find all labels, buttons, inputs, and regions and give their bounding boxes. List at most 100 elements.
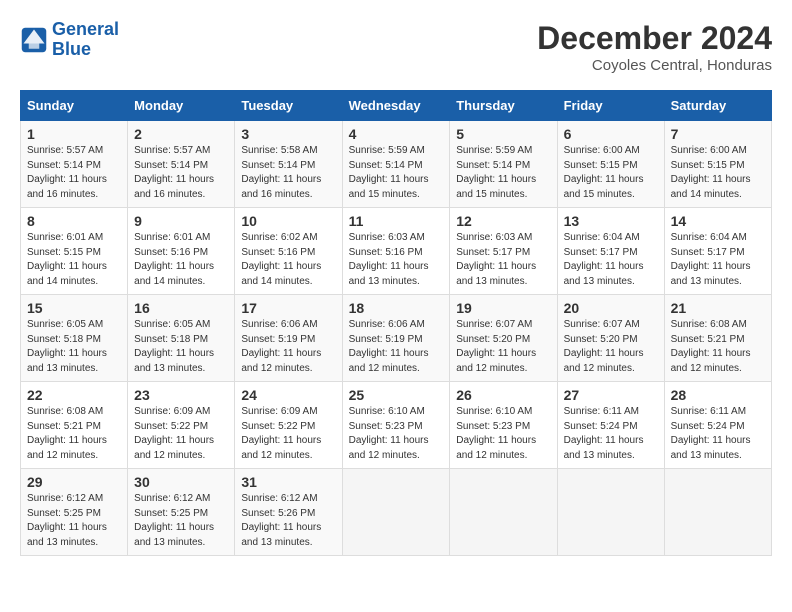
calendar-cell: 9 Sunrise: 6:01 AMSunset: 5:16 PMDaylight… (128, 208, 235, 295)
day-number: 25 (349, 387, 444, 403)
calendar-cell: 14Sunrise: 6:04 AMSunset: 5:17 PMDayligh… (664, 208, 771, 295)
calendar-cell: 8 Sunrise: 6:01 AMSunset: 5:15 PMDaylight… (21, 208, 128, 295)
day-number: 16 (134, 300, 228, 316)
calendar-cell: 25 Sunrise: 6:10 AMSunset: 5:23 PMDayligh… (342, 382, 450, 469)
day-number: 31 (241, 474, 335, 490)
day-number: 3 (241, 126, 335, 142)
day-info: Sunrise: 6:11 AMSunset: 5:24 PMDaylight:… (671, 405, 765, 463)
day-number: 17 (241, 300, 335, 316)
day-number: 7 (671, 126, 765, 142)
day-info: Sunrise: 6:03 AMSunset: 5:16 PMDaylight:… (349, 231, 444, 289)
calendar-cell: 7 Sunrise: 6:00 AMSunset: 5:15 PMDaylight… (664, 121, 771, 208)
day-number: 23 (134, 387, 228, 403)
day-number: 8 (27, 213, 121, 229)
calendar-week-row: 15 Sunrise: 6:05 AMSunset: 5:18 PMDayligh… (21, 295, 772, 382)
calendar-cell (664, 469, 771, 556)
calendar-cell: 31 Sunrise: 6:12 AMSunset: 5:26 PMDayligh… (235, 469, 342, 556)
calendar-cell: 29Sunrise: 6:12 AMSunset: 5:25 PMDayligh… (21, 469, 128, 556)
day-info: Sunrise: 6:09 AMSunset: 5:22 PMDaylight:… (241, 405, 335, 463)
day-info: Sunrise: 5:57 AMSunset: 5:14 PMDaylight:… (27, 144, 121, 202)
calendar-week-row: 22 Sunrise: 6:08 AMSunset: 5:21 PMDayligh… (21, 382, 772, 469)
weekday-header-friday: Friday (557, 91, 664, 121)
day-info: Sunrise: 6:02 AMSunset: 5:16 PMDaylight:… (241, 231, 335, 289)
logo-line2: Blue (52, 39, 91, 59)
calendar-cell: 1 Sunrise: 5:57 AMSunset: 5:14 PMDaylight… (21, 121, 128, 208)
calendar-cell: 17 Sunrise: 6:06 AMSunset: 5:19 PMDayligh… (235, 295, 342, 382)
calendar-cell: 24 Sunrise: 6:09 AMSunset: 5:22 PMDayligh… (235, 382, 342, 469)
calendar-cell: 6Sunrise: 6:00 AMSunset: 5:15 PMDaylight… (557, 121, 664, 208)
day-number: 24 (241, 387, 335, 403)
title-block: December 2024 Coyoles Central, Honduras (537, 20, 772, 74)
page-header: General Blue December 2024 Coyoles Centr… (20, 20, 772, 74)
calendar-cell: 19 Sunrise: 6:07 AMSunset: 5:20 PMDayligh… (450, 295, 557, 382)
calendar-cell: 15 Sunrise: 6:05 AMSunset: 5:18 PMDayligh… (21, 295, 128, 382)
logo-icon (20, 26, 48, 54)
day-number: 2 (134, 126, 228, 142)
calendar-cell: 11 Sunrise: 6:03 AMSunset: 5:16 PMDayligh… (342, 208, 450, 295)
weekday-header-thursday: Thursday (450, 91, 557, 121)
calendar-cell: 23 Sunrise: 6:09 AMSunset: 5:22 PMDayligh… (128, 382, 235, 469)
day-info: Sunrise: 6:09 AMSunset: 5:22 PMDaylight:… (134, 405, 228, 463)
day-number: 4 (349, 126, 444, 142)
day-info: Sunrise: 6:06 AMSunset: 5:19 PMDaylight:… (241, 318, 335, 376)
day-number: 15 (27, 300, 121, 316)
day-number: 9 (134, 213, 228, 229)
day-info: Sunrise: 5:59 AMSunset: 5:14 PMDaylight:… (349, 144, 444, 202)
day-info: Sunrise: 6:07 AMSunset: 5:20 PMDaylight:… (456, 318, 550, 376)
calendar-cell: 5Sunrise: 5:59 AMSunset: 5:14 PMDaylight… (450, 121, 557, 208)
day-number: 13 (564, 213, 658, 229)
day-info: Sunrise: 6:01 AMSunset: 5:16 PMDaylight:… (134, 231, 228, 289)
logo: General Blue (20, 20, 119, 60)
logo-line1: General (52, 19, 119, 39)
calendar-cell: 3 Sunrise: 5:58 AMSunset: 5:14 PMDaylight… (235, 121, 342, 208)
day-info: Sunrise: 6:10 AMSunset: 5:23 PMDaylight:… (456, 405, 550, 463)
calendar-cell: 30 Sunrise: 6:12 AMSunset: 5:25 PMDayligh… (128, 469, 235, 556)
calendar-cell: 18 Sunrise: 6:06 AMSunset: 5:19 PMDayligh… (342, 295, 450, 382)
day-number: 5 (456, 126, 550, 142)
weekday-header-monday: Monday (128, 91, 235, 121)
day-info: Sunrise: 5:58 AMSunset: 5:14 PMDaylight:… (241, 144, 335, 202)
day-info: Sunrise: 6:12 AMSunset: 5:26 PMDaylight:… (241, 492, 335, 550)
calendar-cell: 16Sunrise: 6:05 AMSunset: 5:18 PMDayligh… (128, 295, 235, 382)
day-info: Sunrise: 6:11 AMSunset: 5:24 PMDaylight:… (564, 405, 658, 463)
day-info: Sunrise: 6:04 AMSunset: 5:17 PMDaylight:… (564, 231, 658, 289)
calendar-cell: 21 Sunrise: 6:08 AMSunset: 5:21 PMDayligh… (664, 295, 771, 382)
calendar-cell (557, 469, 664, 556)
day-info: Sunrise: 6:12 AMSunset: 5:25 PMDaylight:… (27, 492, 121, 550)
day-info: Sunrise: 6:03 AMSunset: 5:17 PMDaylight:… (456, 231, 550, 289)
calendar-table: SundayMondayTuesdayWednesdayThursdayFrid… (20, 90, 772, 556)
calendar-header-row: SundayMondayTuesdayWednesdayThursdayFrid… (21, 91, 772, 121)
day-info: Sunrise: 5:57 AMSunset: 5:14 PMDaylight:… (134, 144, 228, 202)
day-info: Sunrise: 6:10 AMSunset: 5:23 PMDaylight:… (349, 405, 444, 463)
day-number: 11 (349, 213, 444, 229)
calendar-cell: 27Sunrise: 6:11 AMSunset: 5:24 PMDayligh… (557, 382, 664, 469)
day-info: Sunrise: 6:08 AMSunset: 5:21 PMDaylight:… (671, 318, 765, 376)
day-number: 18 (349, 300, 444, 316)
day-info: Sunrise: 6:05 AMSunset: 5:18 PMDaylight:… (27, 318, 121, 376)
day-number: 21 (671, 300, 765, 316)
weekday-header-wednesday: Wednesday (342, 91, 450, 121)
logo-text: General Blue (52, 20, 119, 60)
day-info: Sunrise: 6:07 AMSunset: 5:20 PMDaylight:… (564, 318, 658, 376)
day-number: 20 (564, 300, 658, 316)
day-number: 22 (27, 387, 121, 403)
day-info: Sunrise: 6:01 AMSunset: 5:15 PMDaylight:… (27, 231, 121, 289)
day-info: Sunrise: 6:12 AMSunset: 5:25 PMDaylight:… (134, 492, 228, 550)
day-number: 28 (671, 387, 765, 403)
day-info: Sunrise: 6:00 AMSunset: 5:15 PMDaylight:… (564, 144, 658, 202)
day-info: Sunrise: 6:04 AMSunset: 5:17 PMDaylight:… (671, 231, 765, 289)
calendar-cell: 13 Sunrise: 6:04 AMSunset: 5:17 PMDayligh… (557, 208, 664, 295)
calendar-cell: 28 Sunrise: 6:11 AMSunset: 5:24 PMDayligh… (664, 382, 771, 469)
day-info: Sunrise: 6:08 AMSunset: 5:21 PMDaylight:… (27, 405, 121, 463)
day-number: 1 (27, 126, 121, 142)
day-info: Sunrise: 6:06 AMSunset: 5:19 PMDaylight:… (349, 318, 444, 376)
weekday-header-tuesday: Tuesday (235, 91, 342, 121)
calendar-week-row: 8 Sunrise: 6:01 AMSunset: 5:15 PMDaylight… (21, 208, 772, 295)
location: Coyoles Central, Honduras (537, 57, 772, 74)
day-number: 19 (456, 300, 550, 316)
day-number: 30 (134, 474, 228, 490)
calendar-cell: 12Sunrise: 6:03 AMSunset: 5:17 PMDayligh… (450, 208, 557, 295)
calendar-cell: 10 Sunrise: 6:02 AMSunset: 5:16 PMDayligh… (235, 208, 342, 295)
day-info: Sunrise: 6:00 AMSunset: 5:15 PMDaylight:… (671, 144, 765, 202)
day-number: 10 (241, 213, 335, 229)
